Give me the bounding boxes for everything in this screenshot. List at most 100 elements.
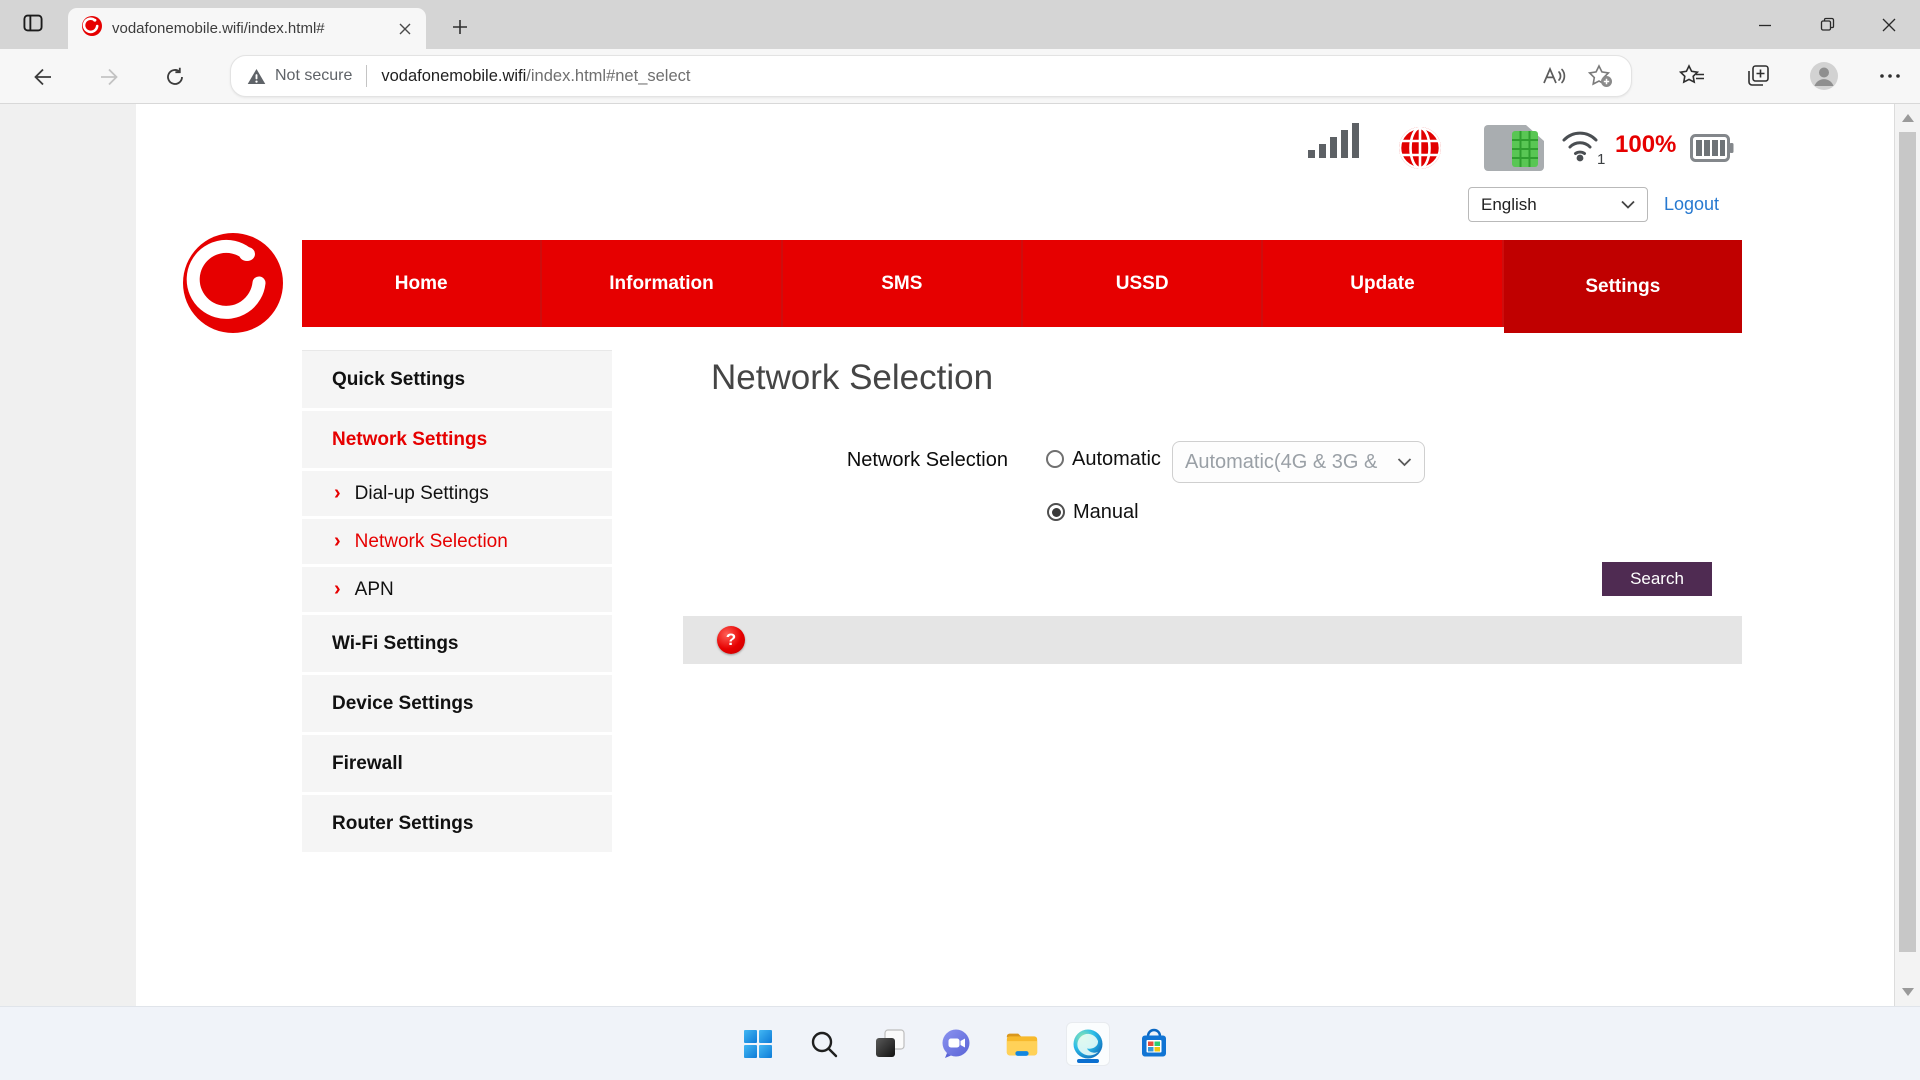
nav-item-sms[interactable]: SMS bbox=[783, 240, 1023, 327]
sidebar-item-dialup-settings[interactable]: ›Dial-up Settings bbox=[302, 471, 612, 519]
sidebar-item-device-settings[interactable]: Device Settings bbox=[302, 675, 612, 735]
chevron-right-icon: › bbox=[334, 482, 341, 505]
sidebar-label: Firewall bbox=[332, 753, 403, 775]
sidebar-label: Network Settings bbox=[332, 429, 487, 451]
ellipsis-icon bbox=[1878, 72, 1902, 80]
url-path: /index.html#net_select bbox=[526, 67, 690, 86]
favorites-button[interactable] bbox=[1676, 60, 1708, 92]
file-explorer-button[interactable] bbox=[1000, 1022, 1044, 1066]
nav-label: Information bbox=[609, 273, 714, 295]
nav-item-update[interactable]: Update bbox=[1263, 240, 1503, 327]
nav-item-home[interactable]: Home bbox=[302, 240, 542, 327]
sidebar-item-router-settings[interactable]: Router Settings bbox=[302, 795, 612, 855]
restore-button[interactable] bbox=[1796, 0, 1858, 49]
forward-button[interactable] bbox=[92, 61, 126, 93]
collections-icon bbox=[1745, 63, 1771, 89]
close-window-button[interactable] bbox=[1858, 0, 1920, 49]
chevron-down-icon bbox=[1397, 457, 1412, 467]
refresh-button[interactable] bbox=[158, 61, 192, 93]
network-mode-select[interactable]: Automatic(4G & 3G & bbox=[1172, 441, 1425, 483]
screen: vodafonemobile.wifi/index.html# bbox=[0, 0, 1920, 1080]
add-favorite-button[interactable] bbox=[1585, 61, 1615, 91]
site-info-badge[interactable]: Not secure bbox=[247, 67, 352, 85]
nav-label: Settings bbox=[1585, 276, 1660, 298]
settings-menu-button[interactable] bbox=[1874, 60, 1906, 92]
chevron-right-icon: › bbox=[334, 578, 341, 601]
nav-item-information[interactable]: Information bbox=[542, 240, 782, 327]
nav-item-ussd[interactable]: USSD bbox=[1023, 240, 1263, 327]
taskbar-search-button[interactable] bbox=[802, 1022, 846, 1066]
scroll-up-button[interactable] bbox=[1895, 106, 1920, 130]
logout-link[interactable]: Logout bbox=[1664, 194, 1719, 215]
network-mode-value: Automatic(4G & 3G & bbox=[1185, 451, 1397, 474]
selected-language: English bbox=[1481, 195, 1621, 215]
back-button[interactable] bbox=[26, 61, 60, 93]
minimize-button[interactable] bbox=[1734, 0, 1796, 49]
tab-actions-button[interactable] bbox=[14, 9, 52, 41]
browser-toolbar: Not secure vodafonemobile.wifi/index.htm… bbox=[0, 49, 1920, 104]
sidebar-item-firewall[interactable]: Firewall bbox=[302, 735, 612, 795]
language-select[interactable]: English bbox=[1468, 187, 1648, 222]
address-bar[interactable]: Not secure vodafonemobile.wifi/index.htm… bbox=[230, 55, 1632, 97]
store-button[interactable] bbox=[1132, 1022, 1176, 1066]
vodafone-favicon bbox=[82, 16, 102, 41]
read-aloud-button[interactable] bbox=[1539, 61, 1569, 91]
network-selection-label: Network Selection bbox=[808, 449, 1008, 472]
manual-label: Manual bbox=[1073, 501, 1139, 524]
battery-percent-label: 100% bbox=[1615, 131, 1676, 159]
taskbar-icons bbox=[736, 1007, 1176, 1080]
store-icon bbox=[1138, 1028, 1170, 1060]
windows-logo-icon bbox=[742, 1028, 774, 1060]
profile-button[interactable] bbox=[1808, 60, 1840, 92]
sidebar-label: Device Settings bbox=[332, 693, 474, 715]
restore-icon bbox=[1820, 17, 1835, 32]
settings-sidebar: Quick Settings Network Settings ›Dial-up… bbox=[302, 350, 612, 855]
automatic-label: Automatic bbox=[1072, 448, 1161, 471]
not-secure-warning-icon bbox=[247, 68, 266, 85]
sidebar-item-quick-settings[interactable]: Quick Settings bbox=[302, 351, 612, 411]
help-icon[interactable]: ? bbox=[717, 626, 745, 654]
triangle-up-icon bbox=[1902, 114, 1914, 122]
sidebar-label: Router Settings bbox=[332, 813, 473, 835]
browser-tab[interactable]: vodafonemobile.wifi/index.html# bbox=[68, 8, 426, 49]
star-plus-icon bbox=[1587, 64, 1613, 88]
read-aloud-icon bbox=[1541, 65, 1567, 87]
nav-label: USSD bbox=[1116, 273, 1169, 295]
sidebar-item-wifi-settings[interactable]: Wi-Fi Settings bbox=[302, 615, 612, 675]
sidebar-label: APN bbox=[355, 579, 394, 601]
back-arrow-icon bbox=[32, 66, 54, 88]
manual-radio[interactable] bbox=[1047, 503, 1065, 521]
start-button[interactable] bbox=[736, 1022, 780, 1066]
search-button[interactable]: Search bbox=[1602, 562, 1712, 596]
main-navbar: Home Information SMS USSD Update Setting… bbox=[302, 240, 1742, 327]
vodafone-logo bbox=[183, 233, 283, 333]
url-host: vodafonemobile.wifi bbox=[381, 67, 526, 86]
collections-button[interactable] bbox=[1742, 60, 1774, 92]
toolbar-right-icons bbox=[1676, 53, 1906, 99]
sidebar-item-apn[interactable]: › APN bbox=[302, 567, 612, 615]
sidebar-item-network-selection[interactable]: ›Network Selection bbox=[302, 519, 612, 567]
edge-button[interactable] bbox=[1066, 1022, 1110, 1066]
signal-strength-icon bbox=[1308, 121, 1360, 164]
task-view-icon bbox=[873, 1027, 907, 1061]
minimize-icon bbox=[1758, 18, 1772, 32]
url-divider bbox=[366, 65, 367, 87]
nav-item-settings[interactable]: Settings bbox=[1504, 240, 1742, 333]
chevron-down-icon bbox=[1621, 200, 1635, 209]
new-tab-button[interactable] bbox=[444, 13, 476, 41]
vertical-tabs-icon bbox=[22, 12, 44, 39]
nav-label: Update bbox=[1350, 273, 1414, 295]
chat-button[interactable] bbox=[934, 1022, 978, 1066]
favorites-star-icon bbox=[1679, 64, 1705, 88]
task-view-button[interactable] bbox=[868, 1022, 912, 1066]
sidebar-item-network-settings[interactable]: Network Settings bbox=[302, 411, 612, 471]
scrollbar-track[interactable] bbox=[1894, 104, 1920, 1006]
scroll-down-button[interactable] bbox=[1895, 980, 1920, 1004]
forward-arrow-icon bbox=[98, 66, 120, 88]
battery-icon bbox=[1690, 134, 1734, 167]
tab-close-button[interactable] bbox=[394, 18, 416, 40]
automatic-radio[interactable] bbox=[1046, 450, 1064, 468]
scrollbar-thumb[interactable] bbox=[1899, 132, 1916, 952]
not-secure-label: Not secure bbox=[275, 67, 352, 85]
sidebar-label: Network Selection bbox=[355, 531, 508, 553]
